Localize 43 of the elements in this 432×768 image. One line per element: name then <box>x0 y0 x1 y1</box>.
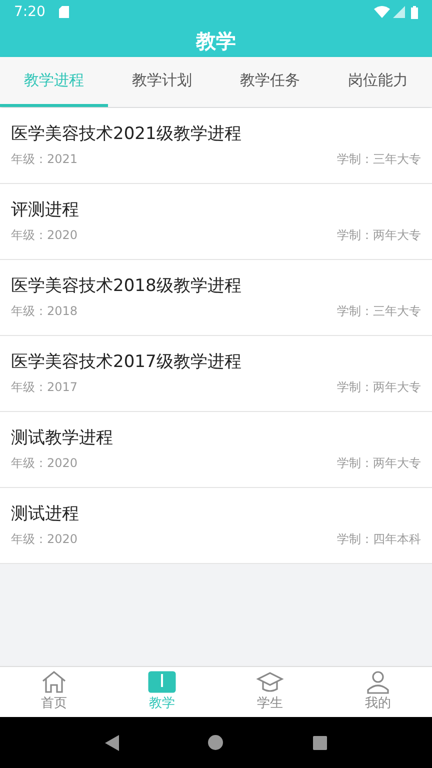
list-item[interactable]: 测试教学进程 年级：2020 学制：两年大专 <box>0 412 432 488</box>
item-title: 测试进程 <box>11 503 80 526</box>
home-circle-icon[interactable] <box>208 735 224 750</box>
system-text: 学制：两年大专 <box>337 379 421 396</box>
book-icon <box>148 670 176 694</box>
system-text: 学制：三年大专 <box>337 151 421 168</box>
wifi-icon <box>374 6 390 18</box>
page-title: 教学 <box>196 28 236 54</box>
user-icon <box>366 670 390 694</box>
battery-icon <box>411 6 418 18</box>
system-text: 学制：三年大专 <box>337 303 421 320</box>
list-item[interactable]: 医学美容技术2021级教学进程 年级：2021 学制：三年大专 <box>0 108 432 184</box>
grade-text: 年级：2021 <box>11 151 78 168</box>
nav-tab[interactable]: 首页 <box>0 667 108 717</box>
system-text: 学制：两年大专 <box>337 227 421 244</box>
sd-card-icon <box>59 6 70 18</box>
item-title: 评测进程 <box>11 199 80 222</box>
nav-tab[interactable]: 学生 <box>216 667 324 717</box>
item-title: 医学美容技术2021级教学进程 <box>11 123 242 146</box>
system-text: 学制：两年大专 <box>337 455 421 472</box>
item-title: 医学美容技术2018级教学进程 <box>11 275 242 298</box>
grade-text: 年级：2020 <box>11 455 78 472</box>
list-item[interactable]: 医学美容技术2018级教学进程 年级：2018 学制：三年大专 <box>0 260 432 336</box>
system-text: 学制：四年本科 <box>337 531 421 548</box>
tab[interactable]: 教学计划 <box>108 57 216 107</box>
tab[interactable]: 教学任务 <box>216 57 324 107</box>
list-item[interactable]: 测试进程 年级：2020 学制：四年本科 <box>0 488 432 564</box>
home-icon <box>41 670 67 694</box>
grade-text: 年级：2017 <box>11 379 78 396</box>
grade-text: 年级：2020 <box>11 531 78 548</box>
back-icon[interactable] <box>104 734 119 750</box>
graduation-cap-icon <box>256 670 284 694</box>
status-time: 7:20 <box>14 2 46 22</box>
tab[interactable]: 岗位能力 <box>324 57 432 107</box>
recents-icon[interactable] <box>313 736 328 750</box>
signal-icon <box>393 6 405 18</box>
item-title: 测试教学进程 <box>11 427 114 450</box>
list-item[interactable]: 评测进程 年级：2020 学制：两年大专 <box>0 184 432 260</box>
nav-tab[interactable]: 我的 <box>324 667 432 717</box>
list-item[interactable]: 医学美容技术2017级教学进程 年级：2017 学制：两年大专 <box>0 336 432 412</box>
grade-text: 年级：2020 <box>11 227 78 244</box>
grade-text: 年级：2018 <box>11 303 78 320</box>
item-title: 医学美容技术2017级教学进程 <box>11 351 242 374</box>
